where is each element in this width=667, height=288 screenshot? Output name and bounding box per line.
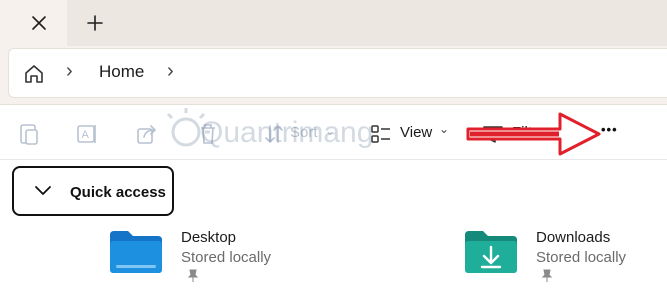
rename-icon: A (77, 125, 96, 143)
downloads-name[interactable]: Downloads (536, 229, 610, 246)
desktop-status: Stored locally (181, 249, 272, 266)
new-tab-button[interactable] (84, 12, 106, 34)
annotation-arrow (465, 108, 605, 160)
pin-icon (541, 269, 553, 283)
watermark-logo: Quantrimang (166, 104, 382, 160)
close-tab-button[interactable] (28, 12, 50, 34)
plus-icon (87, 15, 103, 31)
home-icon (25, 65, 43, 83)
share-button[interactable] (132, 117, 162, 151)
chevron-down-icon[interactable] (32, 183, 54, 199)
view-chevron-icon: ⌄ (439, 122, 450, 136)
breadcrumb-item-home[interactable]: Home (99, 62, 144, 82)
breadcrumb-separator[interactable]: › (167, 60, 174, 83)
quick-access-label: Quick access (70, 184, 166, 201)
rename-button[interactable]: A (72, 117, 102, 151)
downloads-folder-icon[interactable] (463, 229, 519, 277)
clipboard-icon (20, 124, 38, 145)
breadcrumb-separator: › (66, 60, 73, 82)
view-button[interactable]: View (400, 124, 432, 141)
paste-button[interactable] (14, 117, 44, 151)
desktop-folder-icon[interactable] (108, 229, 164, 277)
close-icon (32, 16, 46, 30)
share-icon (137, 125, 157, 144)
downloads-status: Stored locally (536, 249, 627, 266)
pin-icon (187, 269, 199, 283)
home-button[interactable] (20, 60, 48, 88)
svg-text:A: A (82, 129, 90, 141)
desktop-name[interactable]: Desktop (181, 229, 236, 246)
watermark-text: Quantrimang (200, 116, 373, 149)
see-more-button[interactable]: ••• (601, 122, 618, 137)
